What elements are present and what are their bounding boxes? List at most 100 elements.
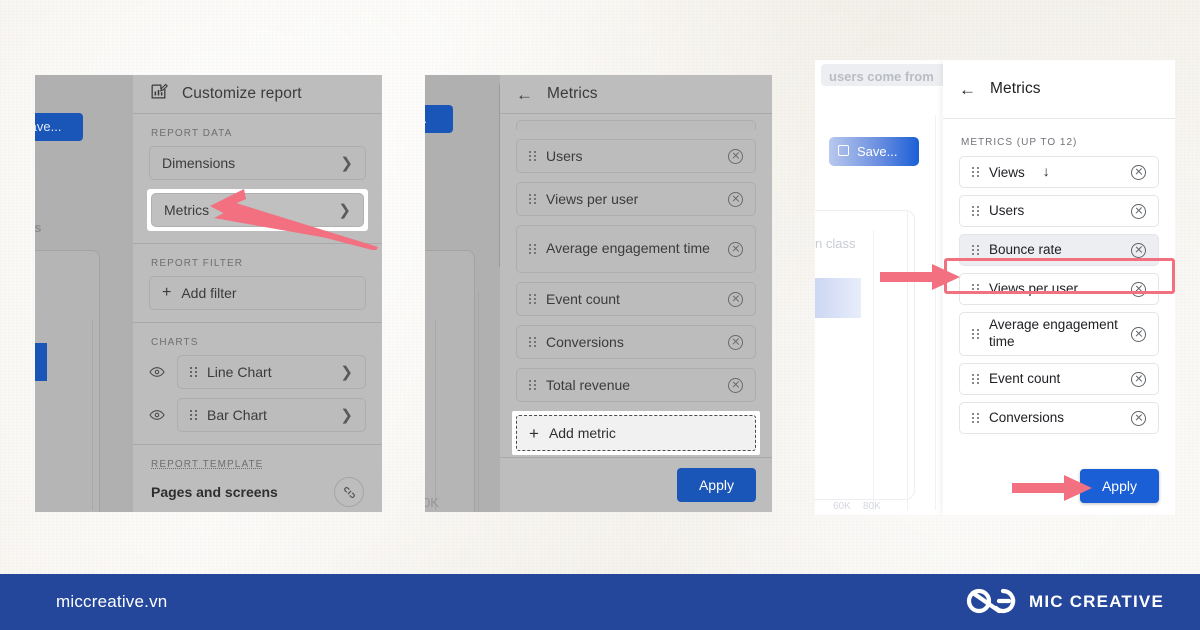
- drag-handle-icon[interactable]: [529, 151, 536, 161]
- metric-label: Users: [546, 148, 583, 164]
- customize-report-drawer: Customize report REPORT DATA Dimensions …: [133, 75, 382, 512]
- metrics-list-body: METRICS (UP TO 12) Views ↓ Users Bounce …: [943, 119, 1175, 461]
- metric-row-event-count[interactable]: Event count: [959, 363, 1159, 395]
- eye-icon[interactable]: [149, 407, 165, 423]
- chevron-right-icon: ❯: [340, 154, 353, 172]
- customize-report-body: REPORT DATA Dimensions ❯ Metrics ❯ REPOR…: [133, 114, 382, 512]
- metric-row[interactable]: Users: [516, 139, 756, 173]
- drag-handle-icon[interactable]: [529, 194, 536, 204]
- background-save-button[interactable]: Save...: [829, 137, 919, 166]
- section-label-report-template: REPORT TEMPLATE: [151, 459, 264, 470]
- metric-row-users[interactable]: Users: [959, 195, 1159, 227]
- chart-item-line-chart[interactable]: Line Chart ❯: [177, 355, 366, 389]
- add-filter-button[interactable]: + Add filter: [149, 276, 366, 310]
- metrics-footer: Apply: [500, 457, 772, 512]
- metric-row-conversions[interactable]: Conversions: [959, 402, 1159, 434]
- background-save-button[interactable]: Save...: [35, 113, 83, 141]
- line-chart-label: Line Chart: [207, 364, 272, 380]
- remove-metric-icon[interactable]: [1131, 242, 1146, 258]
- background-ghost-pill: users come from: [821, 64, 961, 86]
- background-axis-label: 80K: [863, 501, 881, 512]
- metric-row-views[interactable]: Views ↓: [959, 156, 1159, 188]
- page-title: Metrics: [547, 85, 598, 102]
- background-save-label: Save...: [857, 144, 898, 159]
- background-axis-label: 0K: [425, 495, 439, 510]
- background-card: [815, 210, 915, 500]
- remove-metric-icon[interactable]: [728, 148, 743, 164]
- drag-handle-icon[interactable]: [529, 294, 536, 304]
- background-save-button[interactable]: e...: [425, 105, 453, 133]
- remove-metric-icon[interactable]: [1131, 371, 1146, 387]
- background-ghost-text: ss: [35, 220, 42, 235]
- metric-row[interactable]: Views per user: [516, 182, 756, 216]
- metric-label: Views: [989, 164, 1025, 180]
- metric-row-views-per-user[interactable]: Views per user: [959, 273, 1159, 305]
- remove-metric-icon[interactable]: [1131, 326, 1146, 342]
- link-template-icon[interactable]: [334, 477, 364, 507]
- drag-handle-icon[interactable]: [190, 367, 197, 377]
- metric-row[interactable]: Total revenue: [516, 368, 756, 402]
- arrow-to-apply: [1012, 475, 1092, 501]
- metric-label: Views per user: [989, 280, 1079, 296]
- metrics-drawer: ← Metrics METRICS (UP TO 12) Views ↓ Use…: [943, 60, 1175, 515]
- remove-metric-icon[interactable]: [728, 291, 743, 307]
- remove-metric-icon[interactable]: [1131, 410, 1146, 426]
- eye-icon[interactable]: [149, 364, 165, 380]
- add-metric-highlight: + Add metric: [512, 411, 760, 455]
- metric-row[interactable]: Conversions: [516, 325, 756, 359]
- metric-row[interactable]: Average engagement time: [516, 225, 756, 273]
- metric-row-bounce-rate[interactable]: Bounce rate: [959, 234, 1159, 266]
- remove-metric-icon[interactable]: [1131, 164, 1146, 180]
- apply-button[interactable]: Apply: [676, 468, 756, 502]
- drag-handle-icon[interactable]: [529, 337, 536, 347]
- chart-item-bar-chart[interactable]: Bar Chart ❯: [177, 398, 366, 432]
- background-gridline: [907, 210, 908, 510]
- section-label-report-filter: REPORT FILTER: [151, 258, 244, 269]
- chevron-right-icon: ❯: [340, 363, 353, 381]
- brand-lockup: MIC CREATIVE: [965, 585, 1164, 620]
- panel-metrics-list: e... 0K ← Metrics Users: [425, 75, 772, 512]
- back-arrow-icon[interactable]: ←: [516, 86, 533, 103]
- drag-handle-icon[interactable]: [972, 329, 979, 339]
- sidebar-item-dimensions[interactable]: Dimensions ❯: [149, 146, 366, 180]
- background-card: [425, 250, 475, 512]
- drag-handle-icon[interactable]: [972, 284, 979, 294]
- drag-handle-icon[interactable]: [190, 410, 197, 420]
- drag-handle-icon[interactable]: [529, 380, 536, 390]
- edit-chart-icon: [149, 82, 168, 106]
- drag-handle-icon[interactable]: [972, 206, 979, 216]
- footer-bar: miccreative.vn MIC CREATIVE: [0, 574, 1200, 630]
- add-metric-button[interactable]: + Add metric: [516, 415, 756, 451]
- arrow-to-metrics: [210, 189, 378, 250]
- remove-metric-icon[interactable]: [728, 241, 743, 257]
- metric-label: Average engagement time: [989, 317, 1118, 349]
- arrow-down-icon[interactable]: ↓: [1043, 163, 1121, 181]
- dimensions-label: Dimensions: [162, 155, 236, 171]
- page-title: Customize report: [182, 85, 302, 102]
- drag-handle-icon[interactable]: [972, 413, 979, 423]
- remove-metric-icon[interactable]: [728, 191, 743, 207]
- drag-handle-icon[interactable]: [972, 374, 979, 384]
- metrics-header: ← Metrics: [500, 75, 772, 114]
- remove-metric-icon[interactable]: [1131, 203, 1146, 219]
- metric-label: Bounce rate: [989, 241, 1062, 257]
- metric-label: Views per user: [546, 191, 639, 207]
- remove-metric-icon[interactable]: [1131, 281, 1146, 297]
- drag-handle-icon[interactable]: [972, 167, 979, 177]
- background-card: [35, 250, 100, 512]
- remove-metric-icon[interactable]: [728, 334, 743, 350]
- drag-handle-icon[interactable]: [972, 245, 979, 255]
- metric-row[interactable]: Event count: [516, 282, 756, 316]
- background-ghost-text: n class: [815, 236, 856, 251]
- background-gridline: [935, 115, 936, 510]
- page-root: Save... ss Customize report: [0, 0, 1200, 630]
- metric-row-avg-engagement-time[interactable]: Average engagement time: [959, 312, 1159, 356]
- back-arrow-icon[interactable]: ←: [959, 81, 976, 98]
- drag-handle-icon[interactable]: [529, 244, 536, 254]
- background-bar: [815, 278, 861, 318]
- background-divider: [435, 320, 436, 510]
- add-filter-label: Add filter: [181, 285, 237, 301]
- metric-label: Total revenue: [546, 377, 631, 393]
- remove-metric-icon[interactable]: [728, 377, 743, 393]
- chevron-right-icon: ❯: [340, 406, 353, 424]
